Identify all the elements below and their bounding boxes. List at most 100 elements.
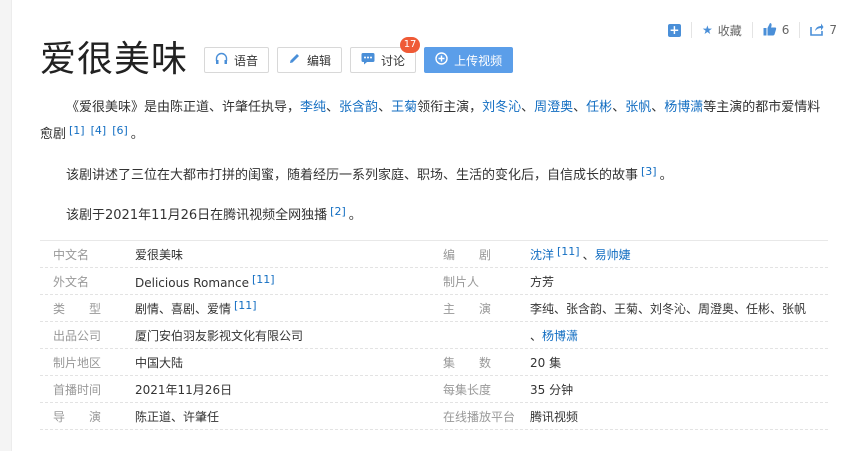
cast-link[interactable]: 杨博潇 [542, 329, 578, 343]
separator: 、 [582, 248, 595, 262]
favorite-button[interactable]: ★ 收藏 [690, 22, 752, 38]
info-row: 外文名 Delicious Romance [11] 制片人 方芳 [40, 268, 828, 295]
intro-text: 《爱很美味》是由陈正道、许肇任执导， [66, 100, 301, 115]
reference-link[interactable]: [6] [112, 124, 128, 137]
pencil-icon [288, 52, 301, 68]
add-button[interactable]: + [658, 22, 691, 38]
favorite-label: 收藏 [717, 23, 742, 38]
plus-icon: + [667, 22, 681, 37]
info-key: 每集长度 [443, 382, 492, 397]
separator: 、 [573, 100, 587, 115]
separator: 、 [521, 100, 535, 115]
info-key: 外文名 [53, 274, 90, 289]
chat-icon [361, 52, 375, 68]
info-row: 导 演 陈正道、许肇任 在线播放平台 腾讯视频 [40, 403, 828, 430]
cast-link[interactable]: 李纯 [300, 100, 326, 115]
discuss-label: 讨论 [381, 53, 406, 68]
upload-video-button[interactable]: 上传视频 [424, 47, 514, 73]
page-actions: + ★ 收藏 6 7 [658, 22, 847, 38]
broadcast-text: 该剧于2021年11月26日在腾讯视频全网独播 [66, 208, 328, 223]
info-key: 首播时间 [53, 382, 102, 397]
reference-link[interactable]: [3] [641, 165, 657, 178]
reference-link[interactable]: [4] [91, 124, 107, 137]
info-key: 制片人 [443, 274, 480, 289]
info-value: 2021年11月26日 [135, 382, 233, 397]
info-row: 制片地区 中国大陆 集 数 20 集 [40, 349, 828, 376]
reference-link[interactable]: [11] [557, 245, 580, 258]
info-row: 类 型 剧情、喜剧、爱情 [11] 主 演 李纯、张含韵、王菊、刘冬沁、周澄奥、任… [40, 295, 828, 322]
thumbs-up-icon [763, 22, 777, 39]
like-button[interactable]: 6 [751, 22, 800, 39]
separator: 、 [651, 100, 665, 115]
discuss-count-badge: 17 [400, 37, 421, 53]
cast-link[interactable]: 周澄奥 [534, 100, 573, 115]
info-value: 、杨博潇 [530, 327, 828, 344]
star-icon: ★ [701, 23, 713, 37]
broadcast-paragraph: 该剧于2021年11月26日在腾讯视频全网独播 [2]。 [40, 200, 855, 227]
upload-video-label: 上传视频 [454, 53, 503, 68]
platform-link[interactable]: 腾讯视频 [530, 408, 828, 425]
info-key: 导 演 [53, 409, 102, 424]
cast-links[interactable]: 李纯、张含韵、王菊、刘冬沁、周澄奥、任彬、张帆 [530, 300, 828, 317]
info-row: 出品公司 厦门安伯羽友影视文化有限公司 、杨博潇 [40, 322, 828, 349]
separator: 、 [326, 100, 340, 115]
period: 。 [130, 127, 144, 142]
separator: 、 [378, 100, 392, 115]
period: 。 [348, 208, 362, 223]
info-key: 制片地区 [53, 355, 102, 370]
cast-link[interactable]: 任彬 [586, 100, 612, 115]
info-value: 方芳 [530, 274, 555, 289]
plus-circle-icon [435, 52, 448, 68]
intro-text: 领衔主演， [417, 100, 483, 115]
left-rail [0, 0, 12, 451]
share-count: 7 [829, 23, 837, 37]
reference-link[interactable]: [11] [252, 273, 275, 286]
info-key: 集 数 [443, 355, 492, 370]
info-key: 编 剧 [443, 247, 492, 262]
like-count: 6 [781, 23, 790, 37]
headphones-icon [215, 52, 228, 68]
info-row: 中文名 爱很美味 编 剧 沈洋 [11] 、易帅婕 [40, 240, 828, 268]
info-row: 首播时间 2021年11月26日 每集长度 35 分钟 [40, 376, 828, 403]
discuss-button[interactable]: 讨论 17 [350, 37, 421, 73]
director-links[interactable]: 陈正道、许肇任 [135, 408, 435, 425]
separator: 、 [612, 100, 626, 115]
english-name: Delicious Romance [135, 275, 250, 290]
share-button[interactable]: 7 [799, 22, 847, 38]
story-text: 该剧讲述了三位在大都市打拼的闺蜜，随着经历一系列家庭、职场、生活的变化后，自信成… [66, 168, 639, 183]
edit-label: 编辑 [307, 53, 332, 68]
cast-link[interactable]: 张含韵 [339, 100, 378, 115]
period: 。 [659, 168, 673, 183]
separator: 、 [530, 328, 543, 343]
genre-text: 剧情、喜剧、爱情 [135, 302, 232, 316]
info-value: Delicious Romance [11] [135, 273, 435, 290]
page-title: 爱很美味 [40, 39, 189, 80]
cast-link[interactable]: 张帆 [625, 100, 651, 115]
info-key: 出品公司 [53, 328, 102, 343]
cast-link[interactable]: 刘冬沁 [482, 100, 521, 115]
info-value: 剧情、喜剧、爱情 [11] [135, 299, 435, 317]
share-icon [810, 22, 824, 39]
voice-label: 语音 [234, 53, 259, 68]
reference-link[interactable]: [11] [234, 299, 257, 312]
writer-link[interactable]: 沈洋 [530, 248, 554, 262]
info-value: 中国大陆 [135, 355, 184, 370]
info-key: 在线播放平台 [443, 409, 516, 424]
voice-button[interactable]: 语音 [204, 47, 270, 73]
info-value: 35 分钟 [530, 382, 574, 397]
edit-button[interactable]: 编辑 [277, 47, 343, 73]
reference-link[interactable]: [2] [330, 205, 346, 218]
info-key: 主 演 [443, 301, 492, 316]
info-key: 类 型 [53, 301, 102, 316]
writer-link[interactable]: 易帅婕 [595, 248, 631, 262]
intro-paragraph: 《爱很美味》是由陈正道、许肇任执导，李纯、张含韵、王菊领衔主演，刘冬沁、周澄奥、… [40, 96, 830, 146]
basic-info-table: 中文名 爱很美味 编 剧 沈洋 [11] 、易帅婕 外文名 Delicious Ro… [40, 240, 828, 430]
info-key: 中文名 [53, 247, 90, 262]
reference-link[interactable]: [1] [69, 124, 85, 137]
cast-link[interactable]: 王菊 [391, 100, 417, 115]
story-paragraph: 该剧讲述了三位在大都市打拼的闺蜜，随着经历一系列家庭、职场、生活的变化后，自信成… [40, 160, 855, 187]
info-value: 20 集 [530, 355, 562, 370]
title-row: 爱很美味 语音 编辑 讨论 17 上传视频 [40, 37, 521, 82]
cast-link[interactable]: 杨博潇 [664, 100, 703, 115]
info-value: 爱很美味 [135, 247, 184, 262]
